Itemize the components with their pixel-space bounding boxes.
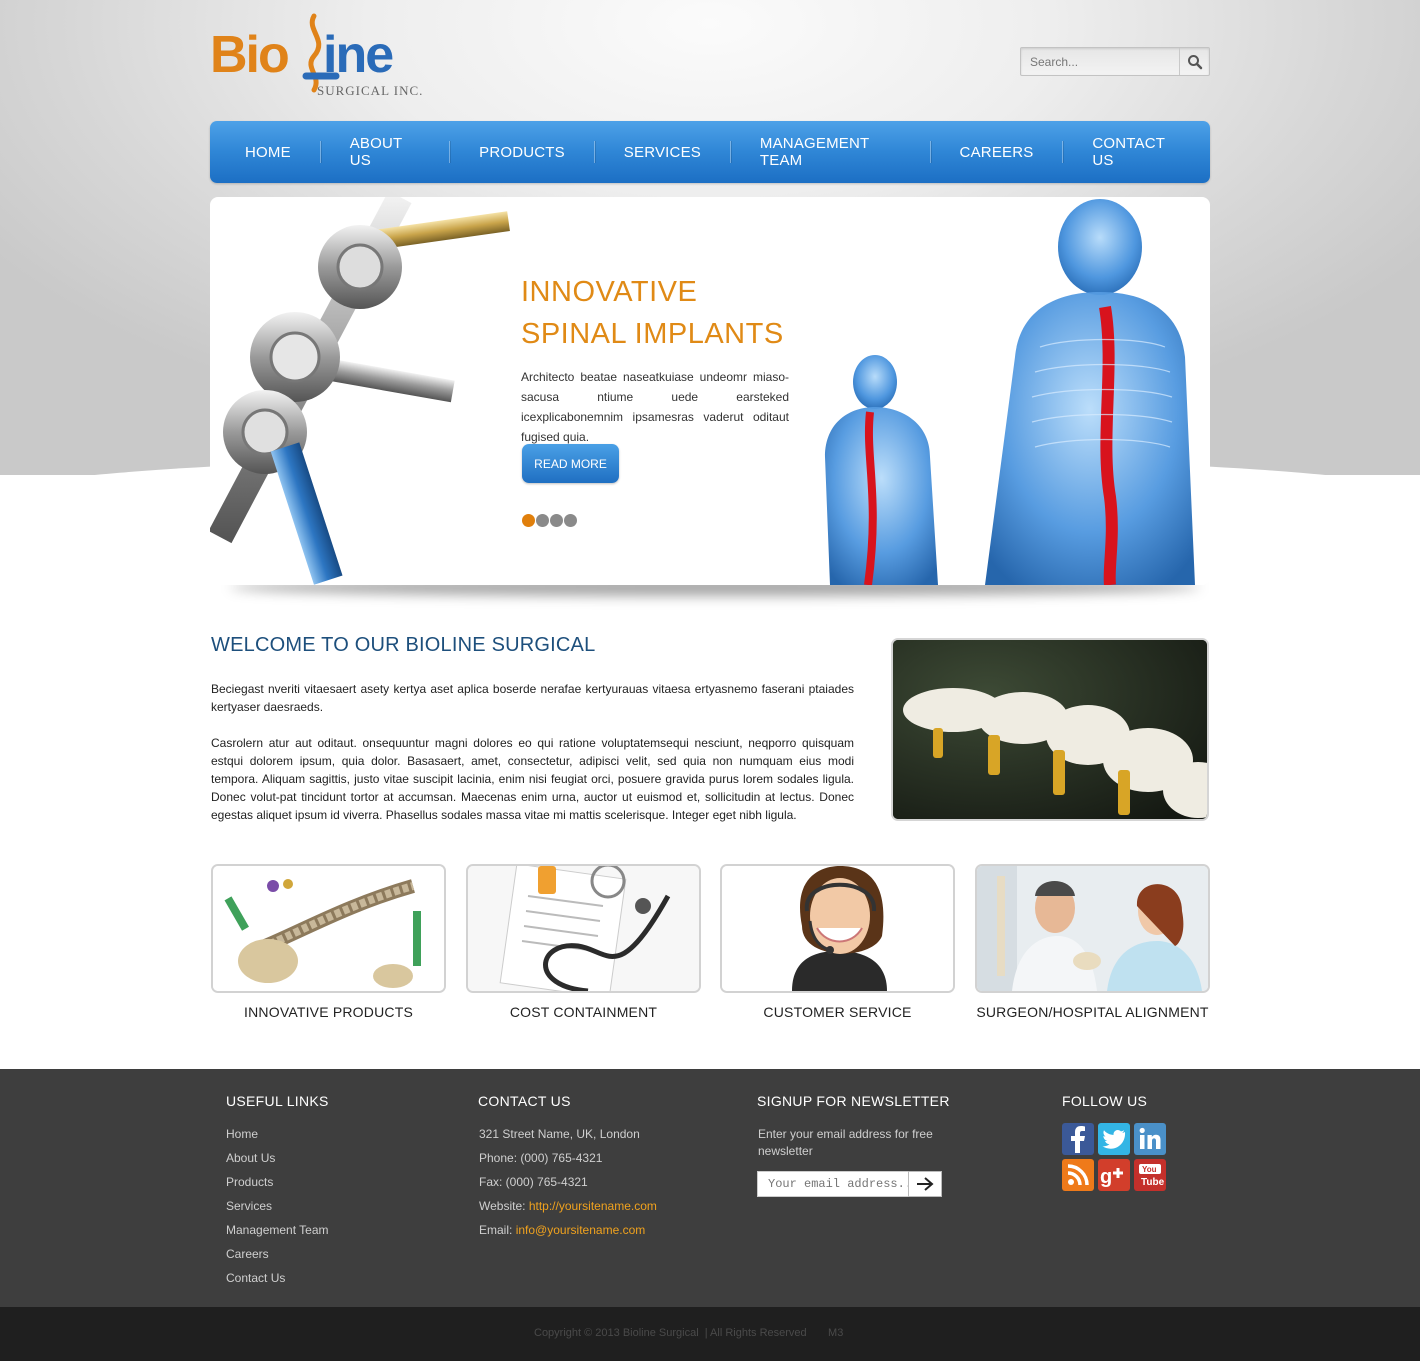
- footer-fax: Fax: (000) 765-4321: [479, 1175, 588, 1189]
- hero-slider: INNOVATIVE SPINAL IMPLANTS Architecto be…: [210, 197, 1210, 585]
- footer-links-list: Home About Us Products Services Manageme…: [226, 1126, 329, 1294]
- feature-thumb: [975, 864, 1210, 993]
- newsletter-email-input[interactable]: [757, 1171, 909, 1197]
- feature-thumb: [211, 864, 446, 993]
- svg-text:g: g: [1100, 1166, 1112, 1188]
- nav-careers[interactable]: CAREERS: [931, 121, 1063, 183]
- bone-screws-image: [210, 197, 510, 585]
- footer-link-products[interactable]: Products: [226, 1175, 273, 1189]
- slider-dot-2[interactable]: [536, 514, 549, 527]
- footer-email-link[interactable]: info@yoursitename.com: [516, 1223, 646, 1237]
- hero-title: INNOVATIVE SPINAL IMPLANTS: [521, 271, 784, 355]
- spine-model-photo: [891, 638, 1209, 821]
- twitter-icon[interactable]: [1098, 1123, 1130, 1155]
- welcome-paragraph-1: Beciegast nveriti vitaesaert asety kerty…: [211, 682, 854, 714]
- feature-cost-containment[interactable]: COST CONTAINMENT: [466, 864, 701, 1021]
- footer-link-about-us[interactable]: About Us: [226, 1151, 275, 1165]
- feature-label: CUSTOMER SERVICE: [763, 1004, 912, 1020]
- slider-dot-1[interactable]: [522, 514, 535, 527]
- footer-newsletter-title: SIGNUP FOR NEWSLETTER: [757, 1093, 950, 1109]
- search-icon: [1187, 54, 1202, 69]
- search-button[interactable]: [1179, 48, 1209, 75]
- hero-text: Architecto beatae naseatkuiase undeomr m…: [521, 370, 789, 444]
- footer-link-management-team[interactable]: Management Team: [226, 1223, 329, 1237]
- main-nav: HOME ABOUT US PRODUCTS SERVICES MANAGEME…: [210, 121, 1210, 183]
- feature-label: SURGEON/HOSPITAL ALIGNMENT: [976, 1004, 1209, 1020]
- footer-link-careers[interactable]: Careers: [226, 1247, 269, 1261]
- nav-about-us[interactable]: ABOUT US: [321, 121, 449, 183]
- footer-link-services[interactable]: Services: [226, 1199, 272, 1213]
- slider-dots: [522, 514, 577, 527]
- nav-management-team[interactable]: MANAGEMENT TEAM: [731, 121, 930, 183]
- newsletter-form: [757, 1171, 942, 1197]
- nav-services[interactable]: SERVICES: [595, 121, 730, 183]
- social-row-1: [1062, 1123, 1166, 1155]
- copyright-text: Copyright © 2013 Bioline Surgical | All …: [534, 1327, 844, 1339]
- google-plus-icon[interactable]: g: [1098, 1159, 1130, 1191]
- svg-text:Tube: Tube: [1141, 1177, 1165, 1188]
- rss-icon[interactable]: [1062, 1159, 1094, 1191]
- footer-contact-info: 321 Street Name, UK, London Phone: (000)…: [479, 1126, 657, 1246]
- welcome-paragraph-2: Casrolern atur aut oditaut. onsequuntur …: [211, 736, 854, 822]
- linkedin-icon[interactable]: [1134, 1123, 1166, 1155]
- footer-link-contact-us[interactable]: Contact Us: [226, 1271, 285, 1285]
- footer-useful-links-title: USEFUL LINKS: [226, 1093, 329, 1109]
- nav-products[interactable]: PRODUCTS: [450, 121, 594, 183]
- search-input[interactable]: [1021, 48, 1179, 75]
- spine-xray-image: [825, 199, 1195, 585]
- feature-thumb: [466, 864, 701, 993]
- newsletter-description: Enter your email address for free newsle…: [758, 1127, 933, 1158]
- newsletter-submit-button[interactable]: [908, 1171, 942, 1197]
- nav-contact-us[interactable]: CONTACT US: [1063, 121, 1210, 183]
- footer-email-label: Email:: [479, 1223, 516, 1237]
- slider-dot-3[interactable]: [550, 514, 563, 527]
- arrow-right-icon: [917, 1177, 934, 1191]
- footer-follow-title: FOLLOW US: [1062, 1093, 1148, 1109]
- facebook-icon[interactable]: [1062, 1123, 1094, 1155]
- footer-link-home[interactable]: Home: [226, 1127, 258, 1141]
- read-more-button[interactable]: READ MORE: [522, 444, 619, 483]
- slider-dot-4[interactable]: [564, 514, 577, 527]
- footer-phone: Phone: (000) 765-4321: [479, 1151, 603, 1165]
- feature-innovative-products[interactable]: INNOVATIVE PRODUCTS: [211, 864, 446, 1021]
- svg-text:You: You: [1142, 1165, 1157, 1174]
- feature-label: INNOVATIVE PRODUCTS: [244, 1004, 413, 1020]
- feature-thumb: [720, 864, 955, 993]
- footer-address: 321 Street Name, UK, London: [479, 1127, 640, 1141]
- nav-home[interactable]: HOME: [216, 121, 320, 183]
- site-logo[interactable]: Bio ine SURGICAL INC.: [210, 12, 440, 102]
- footer-contact-title: CONTACT US: [478, 1093, 571, 1109]
- feature-surgeon-hospital-alignment[interactable]: SURGEON/HOSPITAL ALIGNMENT: [975, 864, 1210, 1021]
- svg-text:Bio: Bio: [210, 26, 288, 84]
- social-row-2: g You Tube: [1062, 1159, 1166, 1191]
- hero-title-line2: SPINAL IMPLANTS: [521, 318, 784, 350]
- footer-newsletter: Enter your email address for free newsle…: [758, 1126, 953, 1160]
- footer-website-link[interactable]: http://yoursitename.com: [529, 1199, 657, 1213]
- hero-title-line1: INNOVATIVE: [521, 276, 698, 308]
- feature-customer-service[interactable]: CUSTOMER SERVICE: [720, 864, 955, 1021]
- svg-text:SURGICAL INC.: SURGICAL INC.: [317, 83, 423, 98]
- search-box: [1020, 47, 1210, 76]
- feature-label: COST CONTAINMENT: [509, 1004, 658, 1020]
- footer-website-label: Website:: [479, 1199, 529, 1213]
- footer: USEFUL LINKS Home About Us Products Serv…: [0, 1069, 1420, 1307]
- welcome-title: WELCOME TO OUR BIOLINE SURGICAL: [211, 634, 596, 656]
- youtube-icon[interactable]: You Tube: [1134, 1159, 1166, 1191]
